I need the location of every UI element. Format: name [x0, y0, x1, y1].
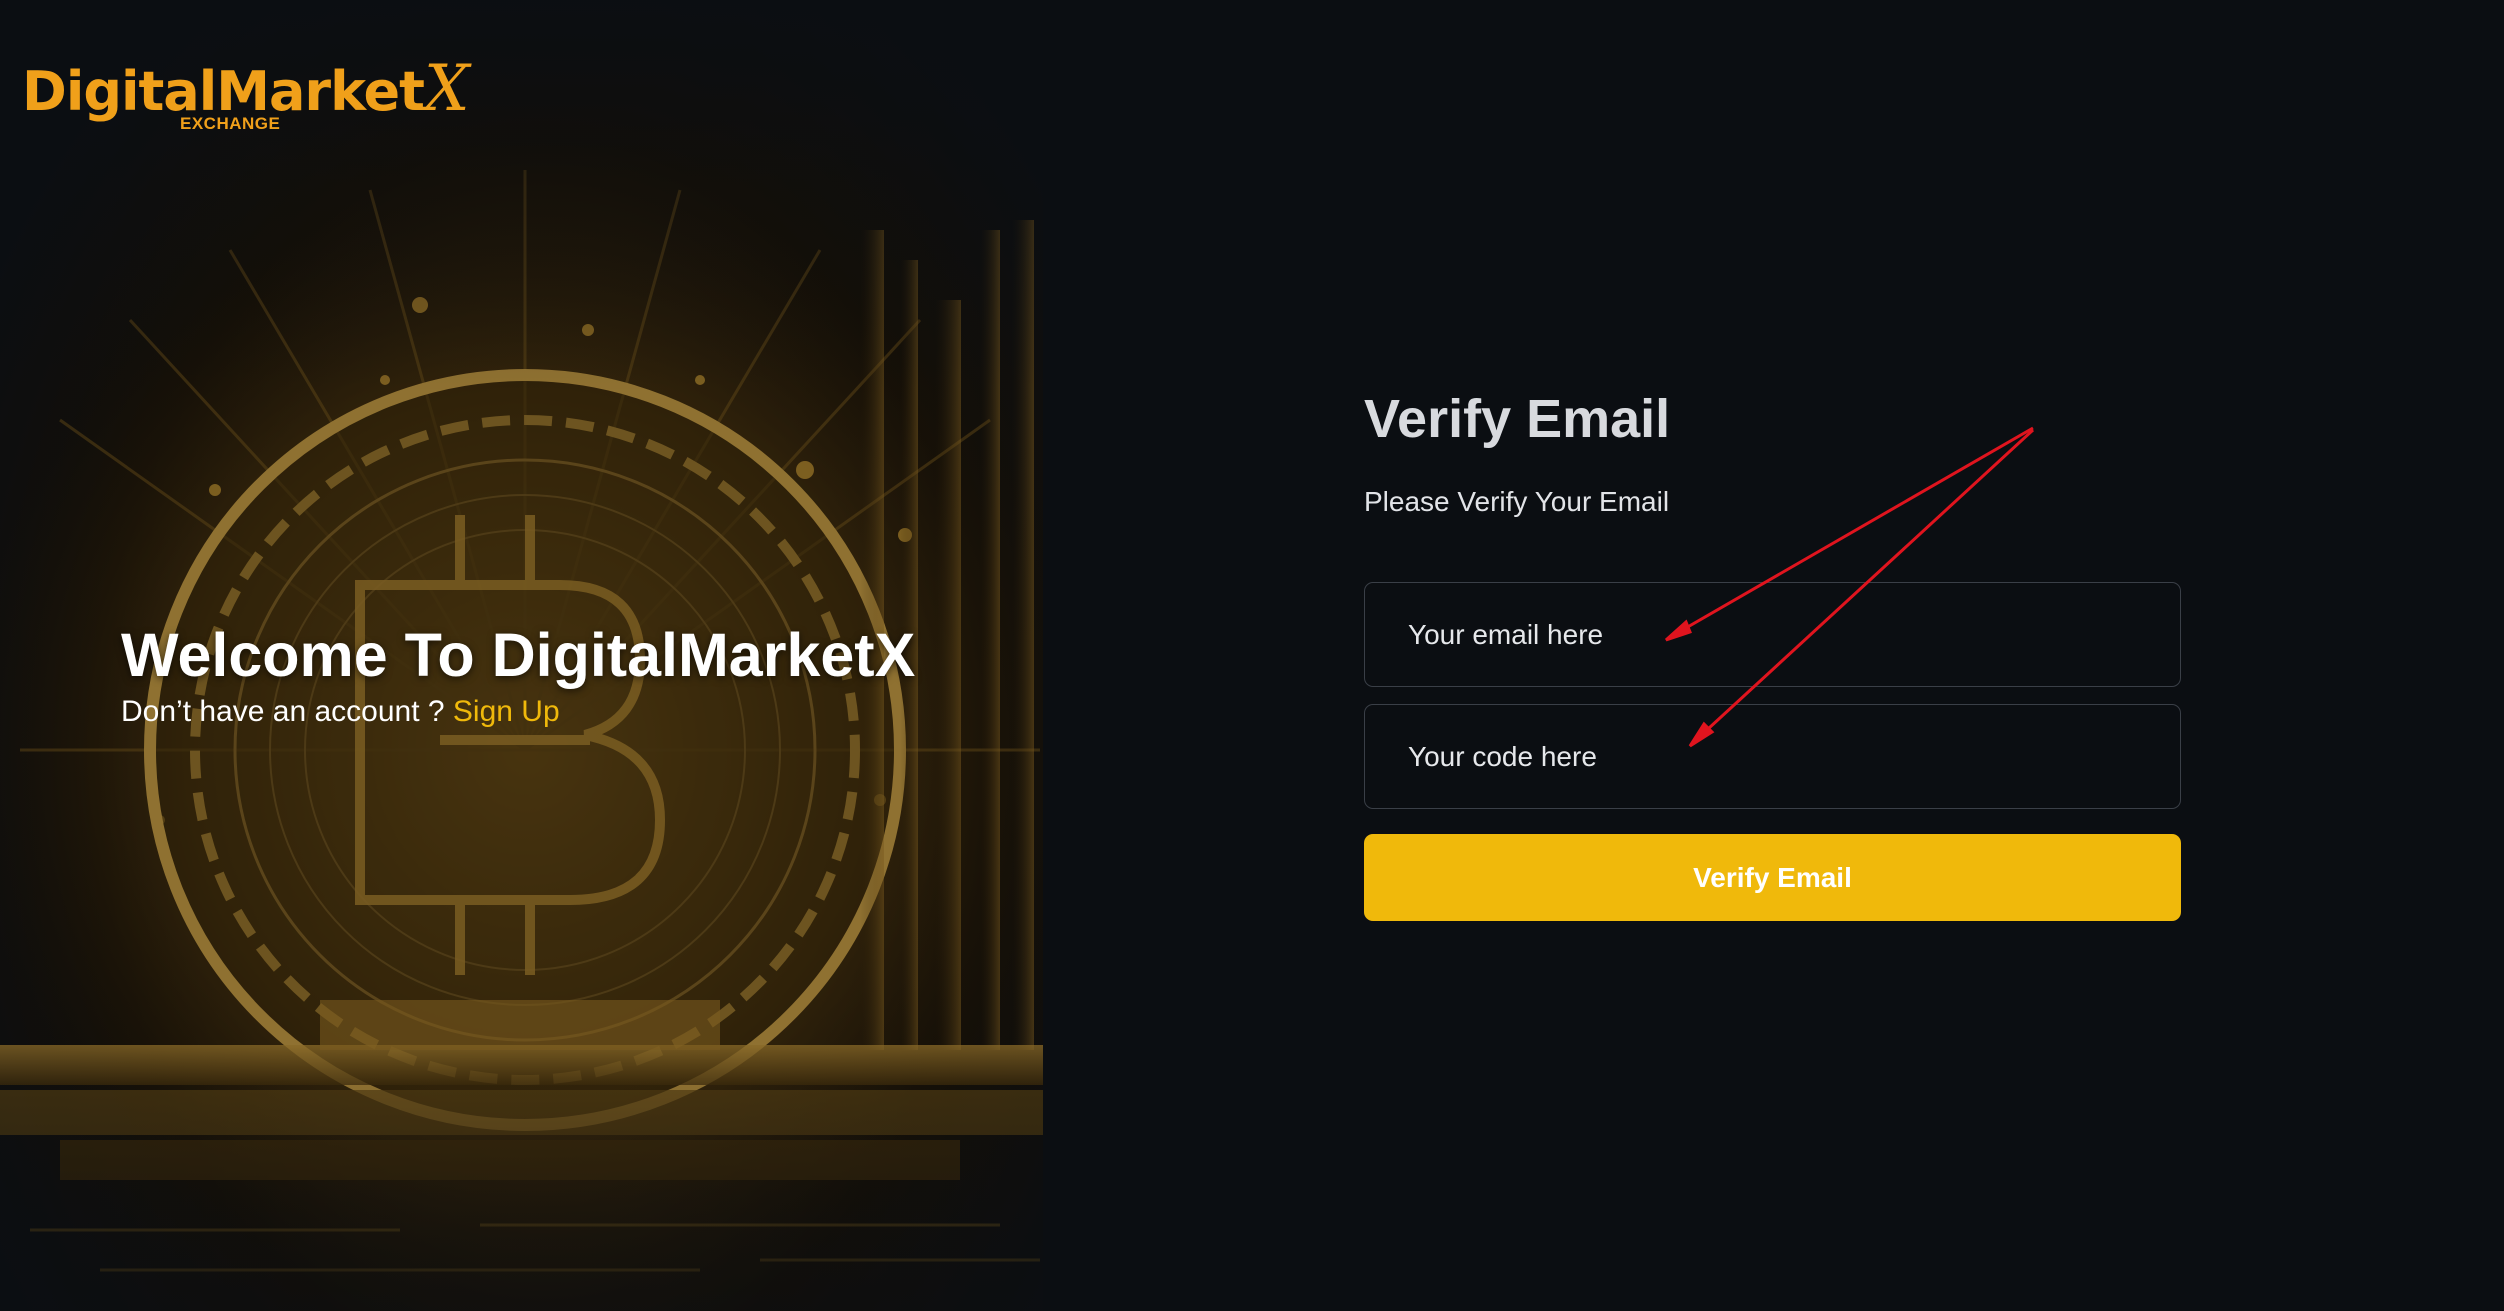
code-input[interactable] — [1364, 704, 2181, 810]
brand-tagline: EXCHANGE — [180, 114, 281, 133]
signup-prompt-text: Don’t have an account ? — [121, 695, 445, 729]
brand-x-mark: X — [423, 52, 470, 126]
email-input[interactable] — [1364, 582, 2181, 688]
verify-email-form: Verify Email Please Verify Your Email Ve… — [1364, 388, 2182, 922]
signup-link[interactable]: Sign Up — [453, 695, 560, 728]
welcome-block: Welcome To DigitalMarketX Don’t have an … — [121, 621, 916, 729]
form-subtitle: Please Verify Your Email — [1364, 486, 1670, 518]
signup-prompt: Don’t have an account ? Sign Up — [121, 695, 915, 729]
verify-email-button[interactable]: Verify Email — [1364, 834, 2181, 922]
form-title: Verify Email — [1364, 389, 1671, 449]
verify-email-page: DigitalMarketX EXCHANGE Welcome To Digit… — [0, 0, 2504, 1311]
welcome-title: Welcome To DigitalMarketX — [121, 621, 916, 689]
brand-logo[interactable]: DigitalMarketX EXCHANGE — [22, 52, 470, 133]
hero-panel: DigitalMarketX EXCHANGE Welcome To Digit… — [0, 0, 1043, 1311]
